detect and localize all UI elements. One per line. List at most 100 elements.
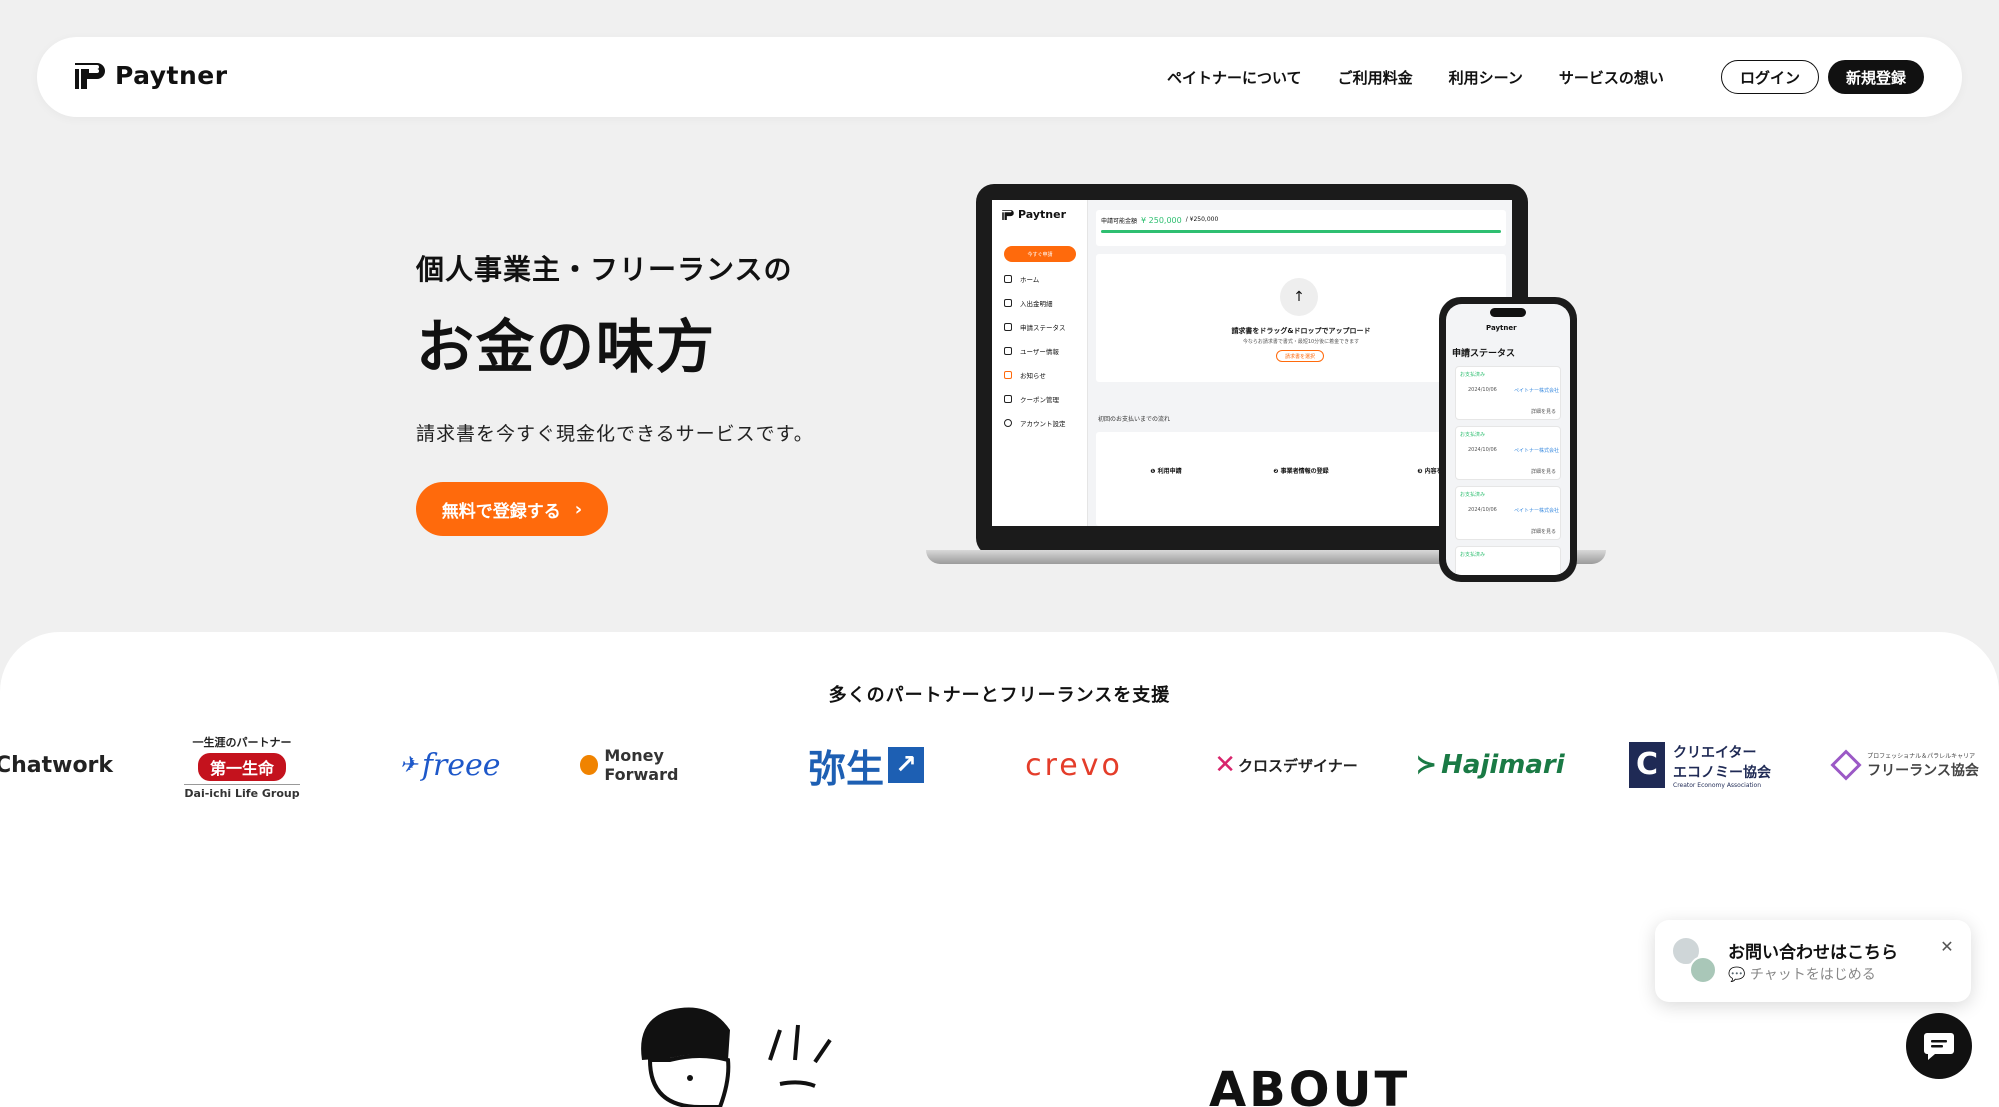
limit-total: / ¥250,000 <box>1185 216 1219 223</box>
hajimari-text: Hajimari <box>1441 750 1565 780</box>
cea-line1: クリエイター <box>1673 744 1757 761</box>
fl-sub: プロフェッショナル＆パラレルキャリア <box>1867 752 1976 760</box>
about-heading: ABOUT <box>1209 1062 1411 1107</box>
cta-label: 無料で登録する <box>441 501 561 522</box>
phone-status-card: お支払済み 2024/10/06 ペイトナー株式会社 詳細を見る <box>1455 426 1561 480</box>
yayoi-text: 弥生 <box>807 746 884 791</box>
card-link: 詳細を見る <box>1530 469 1556 475</box>
logo-crevo: crevo <box>1004 740 1144 790</box>
nav-about[interactable]: ペイトナーについて <box>1167 67 1302 88</box>
chat-title: お問い合わせはこちら <box>1728 943 1898 963</box>
phone-screen: Paytner 申請ステータス お支払済み 2024/10/06 ペイトナー株式… <box>1446 304 1570 575</box>
card-status: お支払済み <box>1460 552 1486 558</box>
phone-notch <box>1490 308 1526 317</box>
logo-freee: ✈ freee <box>382 740 518 790</box>
money-forward-text: Money Forward <box>604 746 679 784</box>
card-company: ペイトナー株式会社 <box>1514 448 1560 454</box>
chat-subtitle: 💬 チャットをはじめる <box>1728 964 1876 984</box>
register-button[interactable]: 新規登録 <box>1828 60 1924 94</box>
chat-subtitle-text: チャットをはじめる <box>1749 967 1876 983</box>
limit-progress-fill <box>1101 230 1501 233</box>
sidebar-item-label: 入出金明細 <box>1020 300 1053 308</box>
operator-avatar <box>1689 956 1717 984</box>
card-status: お支払済み <box>1460 372 1486 378</box>
phone-status-card: お支払済み 2024/10/06 ペイトナー株式会社 詳細を見る <box>1455 486 1561 540</box>
home-icon <box>1004 275 1012 283</box>
cea-c-icon: C <box>1629 742 1665 788</box>
card-company: ペイトナー株式会社 <box>1514 508 1560 514</box>
flow-step-1: ❶ 利用申請 <box>1150 468 1182 475</box>
site-header: Paytner ペイトナーについて ご利用料金 利用シーン サービスの想い ログ… <box>37 37 1962 117</box>
sidebar-item-news: お知らせ <box>1004 370 1046 380</box>
cross-x-icon: ✕ <box>1214 750 1237 780</box>
flow-step-2: ❷ 事業者情報の登録 <box>1273 468 1329 475</box>
logo-freelance-association: プロフェッショナル＆パラレルキャリア フリーランス協会 <box>1830 740 1982 790</box>
dai-ichi-tagline: 一生涯のパートナー <box>192 736 292 749</box>
chat-launcher-button[interactable] <box>1906 1013 1972 1079</box>
diamond-icon <box>1830 749 1862 781</box>
nav-mission[interactable]: サービスの想い <box>1559 67 1664 88</box>
limit-card: 申請可能金額 ¥ 250,000 / ¥250,000 <box>1096 210 1506 246</box>
signup-cta-button[interactable]: 無料で登録する › <box>416 482 608 536</box>
upload-icon: ↑ <box>1280 278 1318 316</box>
sidebar-item-home: ホーム <box>1004 274 1039 284</box>
sidebar-item-coupon: クーポン管理 <box>1004 394 1059 404</box>
gear-icon <box>1004 419 1012 427</box>
fl-text: フリーランス協会 <box>1867 762 1979 779</box>
coupon-icon <box>1004 395 1012 403</box>
logo-dai-ichi: 一生涯のパートナー 第一生命 Dai-ichi Life Group <box>170 727 314 807</box>
logo-cross-designer: ✕ クロスデザイナー <box>1212 740 1360 790</box>
sidebar-item-user: ユーザー情報 <box>1004 346 1059 356</box>
phone-status-card: お支払済み <box>1455 546 1561 575</box>
limit-label: 申請可能金額 <box>1101 218 1138 225</box>
card-status: お支払済み <box>1460 432 1486 438</box>
hero-title: お金の味方 <box>416 313 717 381</box>
card-date: 2024/10/06 <box>1468 447 1497 453</box>
sidebar-item-status: 申請ステータス <box>1004 322 1066 332</box>
arrow-up-right-icon: ↗ <box>888 747 924 783</box>
sidebar-item-label: 申請ステータス <box>1020 324 1066 332</box>
cross-designer-text: クロスデザイナー <box>1238 756 1358 775</box>
hero-description: 請求書を今すぐ現金化できるサービスです。 <box>416 423 814 445</box>
app-apply-button: 今すぐ申請 <box>1004 246 1076 262</box>
logo-creator-economy: C クリエイター エコノミー協会 Creator Economy Associa… <box>1626 735 1774 795</box>
paytner-logo-icon <box>75 62 105 89</box>
app-sidebar: Paytner 今すぐ申請 ホーム 入出金明細 申請ステータス ユーザー情報 お… <box>992 200 1088 526</box>
sidebar-item-label: クーポン管理 <box>1020 396 1059 404</box>
login-button[interactable]: ログイン <box>1721 60 1819 94</box>
chat-icon <box>1924 1033 1954 1060</box>
card-link: 詳細を見る <box>1530 409 1556 415</box>
cea-sub: Creator Economy Association <box>1673 781 1761 789</box>
app-brand: Paytner <box>1018 208 1066 221</box>
upload-select-button: 請求書を選択 <box>1276 350 1324 362</box>
main-nav: ペイトナーについて ご利用料金 利用シーン サービスの想い <box>1167 37 1700 117</box>
status-icon <box>1004 323 1012 331</box>
logo-yayoi: 弥生 ↗ <box>800 740 932 791</box>
logo-hajimari: ≻ Hajimari <box>1415 740 1564 790</box>
brand-logo[interactable]: Paytner <box>75 61 228 90</box>
phone-app-brand: Paytner <box>1486 324 1517 332</box>
close-icon[interactable]: ✕ <box>1937 936 1957 956</box>
money-forward-icon <box>580 755 599 775</box>
nav-pricing[interactable]: ご利用料金 <box>1338 67 1413 88</box>
hero-subtitle: 個人事業主・フリーランスの <box>416 253 793 286</box>
crevo-text: crevo <box>1025 747 1123 783</box>
sidebar-item-label: お知らせ <box>1020 372 1046 380</box>
card-date: 2024/10/06 <box>1468 507 1497 513</box>
partners-section: 多くのパートナーとフリーランスを支援 Chatwork 一生涯のパートナー 第一… <box>0 632 1999 1107</box>
freee-bird-icon: ✈ <box>399 752 418 778</box>
chat-popup[interactable]: お問い合わせはこちら 💬 チャットをはじめる ✕ <box>1655 920 1971 1002</box>
card-link: 詳細を見る <box>1530 529 1556 535</box>
freee-text: freee <box>421 747 501 783</box>
limit-value: ¥ 250,000 <box>1141 216 1182 225</box>
card-company: ペイトナー株式会社 <box>1514 388 1560 394</box>
dai-ichi-group: Dai-ichi Life Group <box>184 784 300 800</box>
hajimari-chevron-icon: ≻ <box>1415 750 1438 780</box>
dai-ichi-mark: 第一生命 <box>197 753 286 781</box>
nav-use-cases[interactable]: 利用シーン <box>1449 67 1523 88</box>
document-icon <box>1004 299 1012 307</box>
character-illustration <box>641 1007 832 1107</box>
sidebar-item-settings: アカウント設定 <box>1004 418 1066 428</box>
sidebar-item-label: アカウント設定 <box>1020 420 1066 428</box>
user-icon <box>1004 347 1012 355</box>
